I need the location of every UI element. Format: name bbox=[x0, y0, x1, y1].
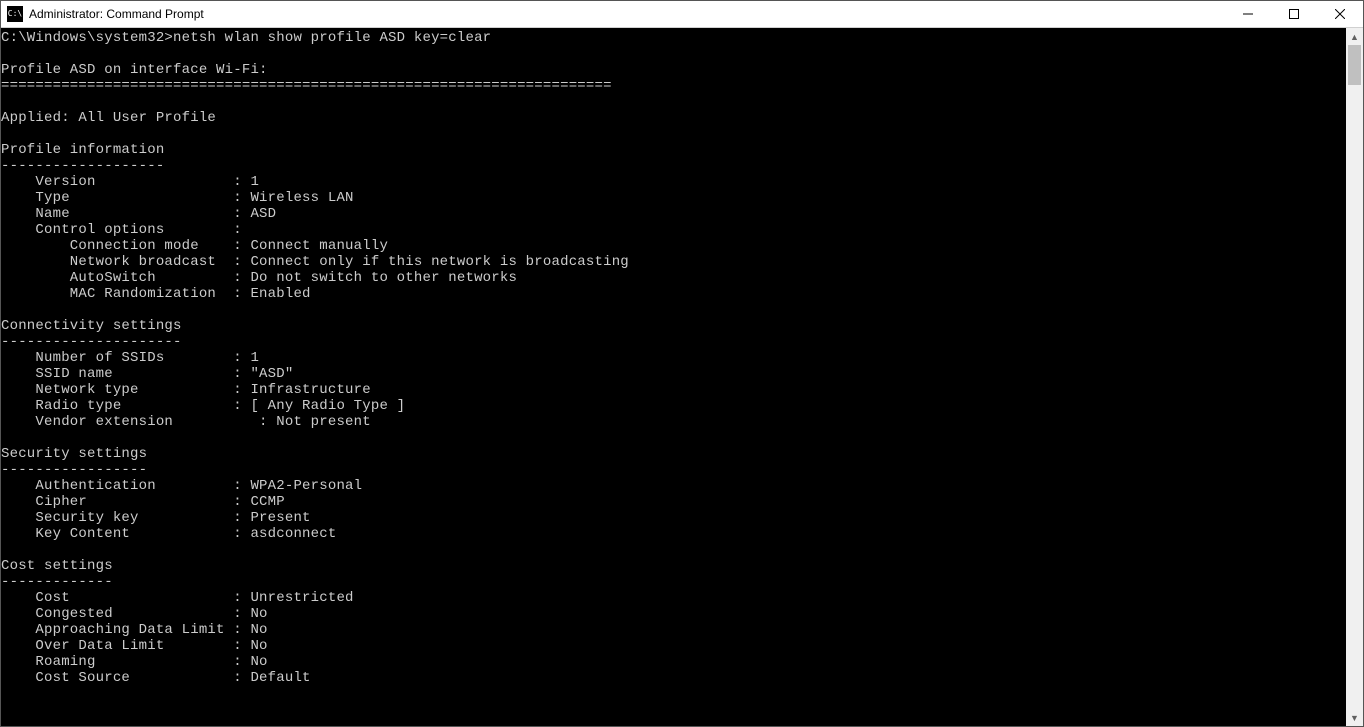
close-button[interactable] bbox=[1317, 1, 1363, 28]
command-prompt-window: C:\ Administrator: Command Prompt C:\Win… bbox=[0, 0, 1364, 727]
maximize-icon bbox=[1289, 9, 1299, 19]
cmd-icon: C:\ bbox=[7, 6, 23, 22]
scroll-up-arrow[interactable]: ▲ bbox=[1346, 28, 1363, 45]
minimize-icon bbox=[1243, 9, 1253, 19]
scroll-track[interactable] bbox=[1346, 45, 1363, 709]
scroll-thumb[interactable] bbox=[1348, 45, 1361, 85]
titlebar[interactable]: C:\ Administrator: Command Prompt bbox=[1, 1, 1363, 28]
content-area: C:\Windows\system32>netsh wlan show prof… bbox=[1, 28, 1363, 726]
vertical-scrollbar[interactable]: ▲ ▼ bbox=[1346, 28, 1363, 726]
minimize-button[interactable] bbox=[1225, 1, 1271, 28]
maximize-button[interactable] bbox=[1271, 1, 1317, 28]
close-icon bbox=[1335, 9, 1345, 19]
terminal-output[interactable]: C:\Windows\system32>netsh wlan show prof… bbox=[1, 28, 1346, 726]
window-title: Administrator: Command Prompt bbox=[29, 7, 204, 21]
cmd-icon-text: C:\ bbox=[8, 10, 22, 18]
scroll-down-arrow[interactable]: ▼ bbox=[1346, 709, 1363, 726]
